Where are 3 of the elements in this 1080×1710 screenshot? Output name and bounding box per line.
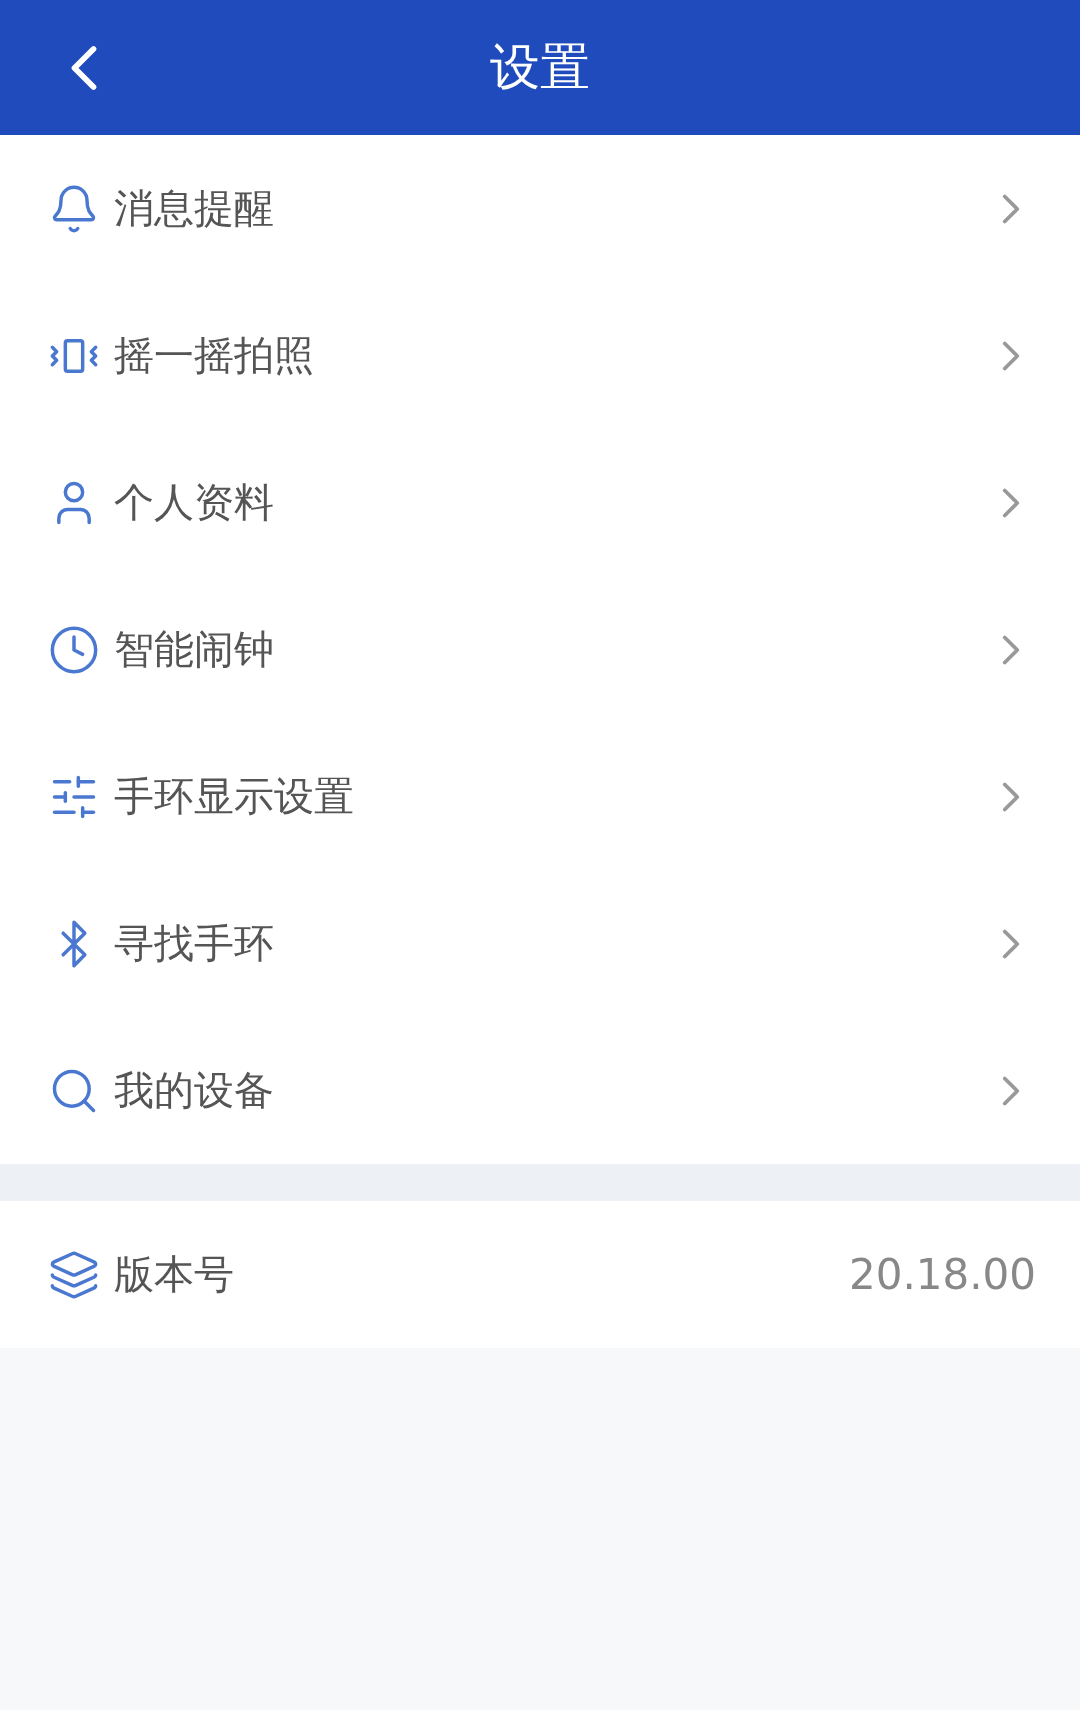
- version-number: 20.18.00: [848, 1250, 1036, 1299]
- page-title: 设置: [490, 37, 590, 98]
- version-label: 版本号: [114, 1250, 235, 1299]
